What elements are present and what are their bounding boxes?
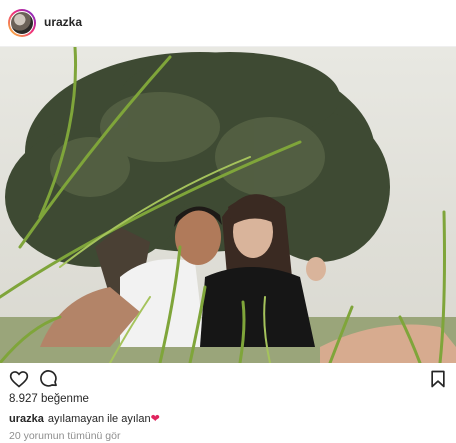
caption-username[interactable]: urazka [9,413,44,425]
avatar[interactable] [8,9,36,37]
action-bar [0,366,456,392]
view-all-comments-link[interactable]: 20 yorumun tümünü gör [9,430,120,442]
caption: urazka ayılamayan ile ayılan❤ [9,412,160,425]
heart-outline-icon[interactable] [9,369,29,389]
likes-count[interactable]: 8.927 beğenme [9,393,89,405]
post-header: urazka [0,0,456,47]
header-username[interactable]: urazka [44,15,82,29]
red-heart-emoji: ❤ [150,413,160,425]
caption-text: ayılamayan ile ayılan [47,413,151,425]
photo-illustration [0,47,456,363]
bookmark-icon[interactable] [428,369,448,389]
comment-bubble-icon[interactable] [39,369,59,389]
avatar-image [10,11,34,35]
instagram-post: urazka 8.927 beğenme urazka ayılamayan i… [0,0,456,443]
post-photo[interactable] [0,47,456,363]
